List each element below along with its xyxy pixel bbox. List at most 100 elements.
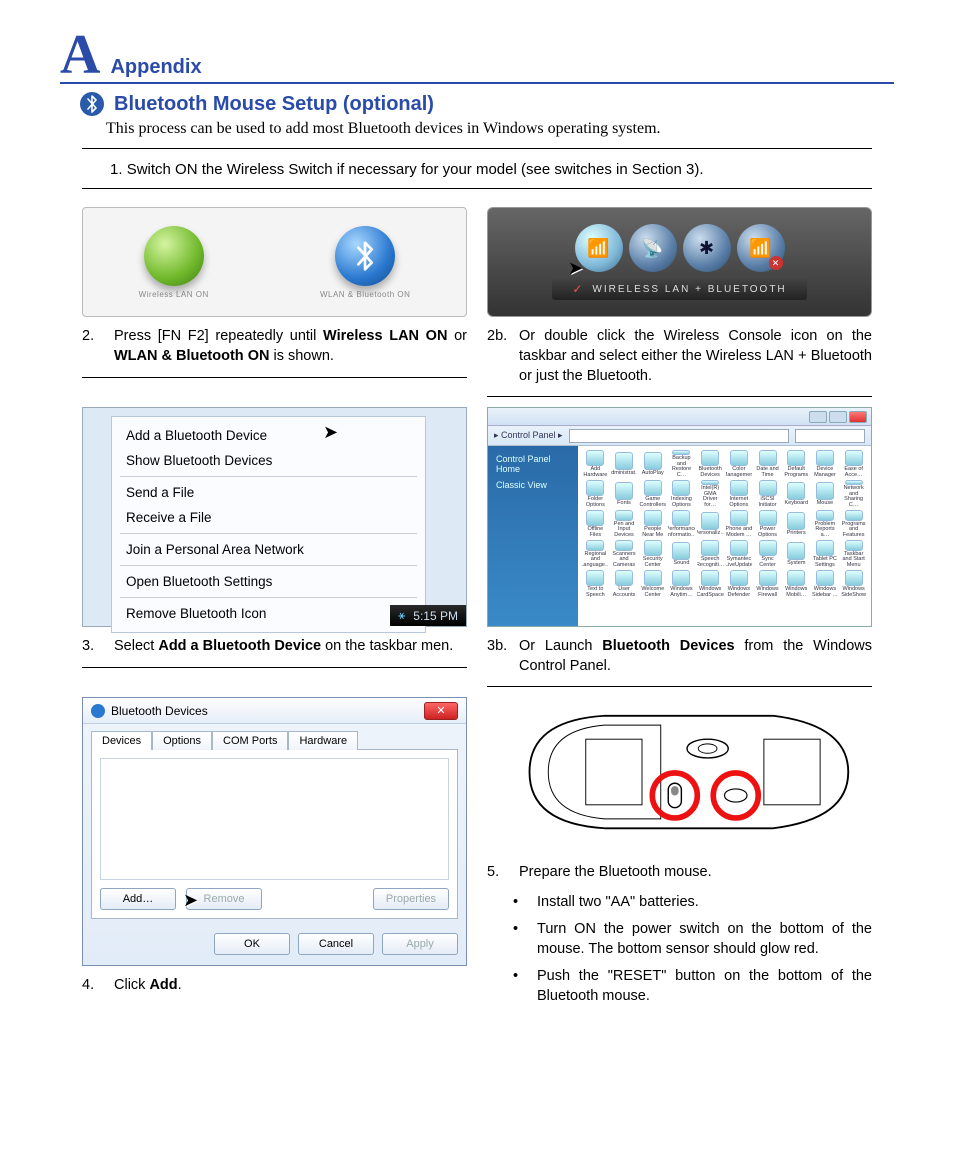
search-input[interactable] (795, 429, 865, 443)
close-button[interactable] (849, 411, 867, 423)
add-button[interactable]: Add… (100, 888, 176, 910)
control-panel-item[interactable]: Add Hardware (582, 450, 609, 478)
figure-bluetooth-devices-dialog: Bluetooth Devices ✕ Devices Options COM … (82, 697, 467, 966)
cancel-button[interactable]: Cancel (298, 933, 374, 955)
control-panel-item[interactable]: Color Management (726, 450, 753, 478)
control-panel-item[interactable]: Sound (668, 540, 695, 568)
control-panel-item[interactable]: Windows SideShow (840, 570, 867, 598)
control-panel-item[interactable]: Bluetooth Devices (697, 450, 724, 478)
control-panel-item[interactable]: Scanners and Cameras (611, 540, 638, 568)
sidebar-home[interactable]: Control Panel Home (496, 454, 570, 474)
menu-send-file[interactable]: Send a File (112, 480, 425, 505)
addr-input[interactable] (569, 429, 789, 443)
control-panel-item[interactable]: Pen and Input Devices (611, 510, 638, 538)
tab-com-ports[interactable]: COM Ports (212, 731, 288, 750)
control-panel-item[interactable]: AutoPlay (639, 450, 666, 478)
wlan-on-icon (144, 226, 204, 286)
control-panel-item[interactable]: Security Center (639, 540, 666, 568)
ok-button[interactable]: OK (214, 933, 290, 955)
control-panel-item[interactable]: Speech Recogniti… (697, 540, 724, 568)
control-panel-item[interactable]: Performance Informatio… (668, 510, 695, 538)
sidebar-classic-view[interactable]: Classic View (496, 480, 570, 490)
control-panel-item[interactable]: Offline Files (582, 510, 609, 538)
control-panel-item[interactable]: Phone and Modem … (726, 510, 753, 538)
control-panel-item[interactable]: Personaliz… (697, 510, 724, 538)
step-3-pre: Select (114, 638, 158, 654)
tray-bluetooth-icon[interactable]: ⚹ (398, 608, 405, 623)
tab-hardware[interactable]: Hardware (288, 731, 358, 750)
control-panel-item[interactable]: Device Manager (812, 450, 839, 478)
control-panel-item[interactable]: User Accounts (611, 570, 638, 598)
control-panel-item[interactable]: Taskbar and Start Menu (840, 540, 867, 568)
apply-button[interactable]: Apply (382, 933, 458, 955)
step-4-bold: Add (149, 977, 177, 993)
control-panel-item[interactable]: Regional and Language… (582, 540, 609, 568)
step-5-num: 5. (487, 863, 511, 883)
menu-remove-bt-icon[interactable]: Remove Bluetooth Icon (112, 601, 425, 626)
properties-button[interactable]: Properties (373, 888, 449, 910)
control-panel-item[interactable]: Keyboard (783, 480, 810, 508)
control-panel-item[interactable]: Windows Anytim… (668, 570, 695, 598)
menu-show-bt-devices[interactable]: Show Bluetooth Devices (112, 448, 425, 473)
control-panel-item[interactable]: Ease of Acce… (840, 450, 867, 478)
max-button[interactable] (829, 411, 847, 423)
menu-join-pan[interactable]: Join a Personal Area Network (112, 537, 425, 562)
control-panel-item[interactable]: Windows Sidebar … (812, 570, 839, 598)
menu-open-bt-settings[interactable]: Open Bluetooth Settings (112, 569, 425, 594)
wlan-bt-on-icon (335, 226, 395, 286)
control-panel-item[interactable]: Symantec LiveUpdate (726, 540, 753, 568)
control-panel-item[interactable]: Default Programs (783, 450, 810, 478)
step-3-bold: Add a Bluetooth Device (158, 638, 321, 654)
control-panel-item[interactable]: Power Options (754, 510, 781, 538)
control-panel-item[interactable]: Game Controllers (639, 480, 666, 508)
control-panel-item[interactable]: Windows CardSpace (697, 570, 724, 598)
control-panel-item[interactable]: Programs and Features (840, 510, 867, 538)
control-panel-item[interactable]: Windows Firewall (754, 570, 781, 598)
min-button[interactable] (809, 411, 827, 423)
control-panel-item[interactable]: Mouse (812, 480, 839, 508)
menu-add-bt-device[interactable]: Add a Bluetooth Device (112, 423, 425, 448)
divider (82, 188, 872, 189)
control-panel-item[interactable]: Welcome Center (639, 570, 666, 598)
control-panel-item[interactable]: Administrat… (611, 450, 638, 478)
tab-devices[interactable]: Devices (91, 731, 152, 750)
control-panel-item[interactable]: Windows Defender (726, 570, 753, 598)
step-2: 2. Press [FN F2] repeatedly until Wirele… (82, 327, 467, 366)
wlan-on-label: Wireless LAN ON (139, 290, 209, 299)
control-panel-item[interactable]: Intel(R) GMA Driver for… (697, 480, 724, 508)
control-panel-item[interactable]: Text to Speech (582, 570, 609, 598)
close-button[interactable]: ✕ (424, 702, 458, 720)
system-tray: ⚹ 5:15 PM (390, 605, 466, 626)
menu-receive-file[interactable]: Receive a File (112, 505, 425, 530)
tab-options[interactable]: Options (152, 731, 212, 750)
control-panel-item[interactable]: Windows Mobili… (783, 570, 810, 598)
control-panel-item[interactable]: Network and Sharing C… (840, 480, 867, 508)
device-list[interactable] (100, 758, 449, 880)
control-panel-item[interactable]: System (783, 540, 810, 568)
selector-wlan-icon[interactable]: 📡 (629, 224, 677, 272)
step-1: 1. Switch ON the Wireless Switch if nece… (110, 161, 894, 178)
selector-off-icon[interactable]: 📶 (737, 224, 785, 272)
control-panel-item[interactable]: Backup and Restore C… (668, 450, 695, 478)
control-panel-item[interactable]: Printers (783, 510, 810, 538)
control-panel-item[interactable]: Folder Options (582, 480, 609, 508)
control-panel-item[interactable]: Date and Time (754, 450, 781, 478)
control-panel-item[interactable]: Sync Center (754, 540, 781, 568)
step-3b-pre: Or Launch (519, 638, 602, 654)
selector-bt-icon[interactable]: ✱ (683, 224, 731, 272)
addr-breadcrumb[interactable]: ▸ Control Panel ▸ (494, 430, 563, 441)
step-3-post: on the taskbar men. (321, 638, 453, 654)
control-panel-item[interactable]: Tablet PC Settings (812, 540, 839, 568)
control-panel-item[interactable]: iSCSI Initiator (754, 480, 781, 508)
step-2b-num: 2b. (487, 327, 511, 386)
section-title: Bluetooth Mouse Setup (optional) (114, 93, 434, 116)
control-panel-item[interactable]: People Near Me (639, 510, 666, 538)
figure-bluetooth-taskbar-menu: Add a Bluetooth Device Show Bluetooth De… (82, 407, 467, 627)
control-panel-item[interactable]: Indexing Options (668, 480, 695, 508)
control-panel-item[interactable]: Fonts (611, 480, 638, 508)
step-2-post: is shown. (269, 348, 333, 364)
control-panel-item[interactable]: Problem Reports a… (812, 510, 839, 538)
control-panel-item[interactable]: Internet Options (726, 480, 753, 508)
step-3b: 3b. Or Launch Bluetooth Devices from the… (487, 637, 872, 676)
step-1-num: 1. (110, 161, 123, 178)
